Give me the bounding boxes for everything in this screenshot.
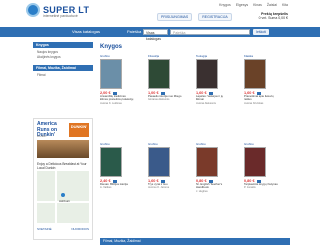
top-link[interactable]: Kita — [282, 3, 288, 7]
book-author: Juozas Krivickas — [244, 101, 264, 105]
ad-website-link[interactable]: SVETAINĖ — [37, 227, 52, 231]
book-cover[interactable] — [244, 147, 266, 177]
search-label: Paieška — [127, 29, 142, 34]
account-links: PRISIJUNGIMAS REGISTRACIJA — [157, 13, 232, 21]
book-author: J. Hughes — [196, 189, 208, 193]
sidebar: Knygos Naujos knygos Akcijinės knygos Fi… — [33, 42, 93, 77]
book-category[interactable]: Teologija — [196, 54, 230, 58]
book-author: A. Vaitkus — [100, 186, 112, 190]
book-title[interactable]: Nr. English Teacher's Handbook — [196, 182, 230, 190]
search-button[interactable]: Ieškoti — [253, 29, 270, 35]
book-cover[interactable] — [196, 147, 218, 177]
book-category[interactable]: Grožinė — [100, 142, 134, 146]
book-cover[interactable] — [148, 147, 170, 177]
book-author: Juozas Aleksonis — [196, 101, 216, 105]
top-link[interactable]: Kinas — [253, 3, 262, 7]
search-input[interactable]: Paieška — [170, 29, 250, 35]
search-catalog-label: Visas katalogas — [72, 29, 100, 34]
book-card[interactable]: Klasika 1,60 € Pranešimai apie lietuvių … — [244, 54, 278, 105]
cart-summary: 0 vnt. Suma 0,00 € — [258, 16, 288, 20]
ad-promo-text: Enjoy a Delicious Breakfast at Your Loca… — [37, 162, 87, 170]
ad-image — [37, 140, 89, 158]
book-cover[interactable] — [100, 59, 122, 89]
top-link[interactable]: Knygos — [219, 3, 231, 7]
login-button[interactable]: PRISIJUNGIMAS — [157, 13, 193, 21]
map-road — [55, 171, 57, 223]
ad-footer: SVETAINĖ NUORODOS — [37, 227, 89, 231]
book-category[interactable]: Klasika — [244, 54, 278, 58]
book-card[interactable]: Grožinė 2,40 € Dievas: Biblijos istorija… — [100, 142, 134, 189]
book-card[interactable]: Grožinė 0,80 € Tarptautinis knygų žodyna… — [244, 142, 278, 189]
map-label: Ashburn — [59, 199, 71, 203]
book-author: Jerome K. Jerome — [148, 186, 170, 190]
logo-subtitle: internetinė parduotuvė — [43, 14, 78, 18]
book-category[interactable]: Grožinė — [148, 142, 182, 146]
advertisement[interactable]: America Runs on Dunkin' DUNKIN' Dunkin' … — [33, 118, 93, 240]
section-header-media[interactable]: Filmai, Muzika, Žaidimai — [100, 238, 290, 245]
book-cover[interactable] — [100, 147, 122, 177]
book-cover[interactable] — [196, 59, 218, 89]
page-title: Knygos — [100, 44, 123, 50]
top-link[interactable]: Žaislai — [267, 3, 277, 7]
book-author: P. Jonaitis — [244, 186, 256, 190]
ad-map[interactable]: Ashburn — [37, 171, 89, 223]
register-button[interactable]: REGISTRACIJA — [198, 13, 232, 21]
sidebar-item-sale-books[interactable]: Akcijinės knygos — [33, 54, 93, 59]
book-cover[interactable] — [148, 59, 170, 89]
book-cover[interactable] — [244, 59, 266, 89]
catalog-select[interactable]: Visas katalogas — [143, 29, 168, 41]
sidebar-section-media[interactable]: Filmai, Muzika, Žaidimai — [33, 65, 93, 71]
book-title[interactable]: Pranešimai apie lietuvių raštus — [244, 94, 278, 102]
book-card[interactable]: Filosofija 1,00 € Pasaulio istorija nuo … — [148, 54, 182, 101]
map-pin-icon — [61, 193, 65, 197]
book-card[interactable]: Grožinė 1,60 € Trys vyrai ir šuo Jerome … — [148, 142, 182, 189]
logo-icon — [26, 3, 40, 17]
book-category[interactable]: Filosofija — [148, 54, 182, 58]
cart-widget[interactable]: Prekių krepšelis 0 vnt. Suma 0,00 € — [259, 12, 288, 20]
book-title[interactable]: Lapėlės: Veikėjos ir jų likimai — [196, 94, 230, 102]
ad-subtext: Dunkin' — [37, 134, 47, 138]
search-bar: Visas katalogas Paieška Visas katalogas … — [0, 27, 320, 41]
book-author: Gintaras Aleksonis — [148, 98, 170, 102]
book-title[interactable]: Ansamblių tradicinės kilmės pranešimų ko… — [100, 94, 134, 102]
sidebar-section-books[interactable]: Knygos — [33, 42, 93, 48]
ad-directions-link[interactable]: NUORODOS — [71, 227, 89, 231]
book-category[interactable]: Grožinė — [100, 54, 134, 58]
sidebar-item-films[interactable]: Filmai — [33, 72, 93, 77]
ad-brand-logo: DUNKIN' — [69, 123, 89, 137]
top-links: Knygos Elgesys Kinas Žaislai Kita — [219, 3, 288, 7]
book-category[interactable]: Grožinė — [196, 142, 230, 146]
book-card[interactable]: Grožinė 2,00 € Ansamblių tradicinės kilm… — [100, 54, 134, 105]
book-card[interactable]: Teologija 1,60 € Lapėlės: Veikėjos ir jų… — [196, 54, 230, 105]
book-author: Juozas K. Lukšnas — [100, 101, 122, 105]
book-category[interactable]: Grožinė — [244, 142, 278, 146]
book-card[interactable]: Grožinė 0,80 € Nr. English Teacher's Han… — [196, 142, 230, 193]
top-link[interactable]: Elgesys — [236, 3, 248, 7]
